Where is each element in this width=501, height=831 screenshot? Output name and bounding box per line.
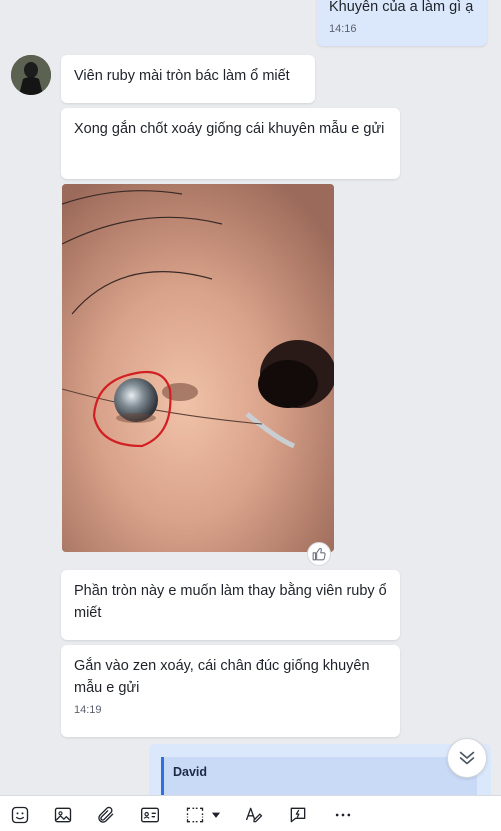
quoted-reply[interactable]: David <box>161 757 477 795</box>
message-time: 14:19 <box>74 704 102 716</box>
message-bubble-incoming[interactable]: Gắn vào zen xoáy, cái chân đúc giống khu… <box>61 645 400 737</box>
avatar[interactable] <box>11 55 51 95</box>
screenshot-button[interactable] <box>184 804 206 826</box>
contact-card-button[interactable] <box>139 804 161 826</box>
message-photo[interactable] <box>62 184 334 552</box>
message-bubble-outgoing[interactable]: Khuyên của a làm gì ạ 14:16 <box>317 0 487 46</box>
quick-reply-button[interactable] <box>287 804 309 826</box>
message-text: Khuyên của a làm gì ạ <box>329 0 474 15</box>
quote-author: David <box>173 765 208 779</box>
screenshot-options-dropdown[interactable] <box>209 804 223 826</box>
sticker-button[interactable] <box>9 804 31 826</box>
piercing-photo <box>62 184 334 552</box>
dropdown-arrow-icon <box>211 812 221 818</box>
text-format-icon <box>245 807 263 823</box>
more-icon <box>335 813 351 817</box>
like-button[interactable] <box>307 542 331 566</box>
contact-card-icon <box>141 807 159 823</box>
composer-toolbar <box>0 795 501 831</box>
chat-area: Khuyên của a làm gì ạ 14:16 Viên ruby mà… <box>0 0 501 795</box>
message-bubble-incoming[interactable]: Xong gắn chốt xoáy giống cái khuyên mẫu … <box>61 108 400 179</box>
message-text: Viên ruby mài tròn bác làm ổ miết <box>74 68 290 84</box>
message-text: Gắn vào zen xoáy, cái chân đúc giống khu… <box>74 658 370 696</box>
image-button[interactable] <box>52 804 74 826</box>
more-options-button[interactable] <box>332 804 354 826</box>
attachment-button[interactable] <box>95 804 117 826</box>
message-bubble-outgoing[interactable]: David <box>149 744 491 795</box>
message-text: Phần tròn này e muốn làm thay bằng viên … <box>74 583 387 621</box>
message-text: Xong gắn chốt xoáy giống cái khuyên mẫu … <box>74 121 385 137</box>
screenshot-icon <box>186 807 204 823</box>
message-bubble-incoming[interactable]: Phần tròn này e muốn làm thay bằng viên … <box>61 570 400 640</box>
image-icon <box>54 807 72 823</box>
thumbs-up-icon <box>312 548 326 561</box>
scroll-to-bottom-button[interactable] <box>447 738 487 778</box>
avatar-image <box>11 55 51 95</box>
attachment-icon <box>98 806 114 823</box>
message-time: 14:16 <box>329 23 357 35</box>
double-chevron-down-icon <box>459 751 475 765</box>
quick-reply-icon <box>290 807 306 823</box>
sticker-icon <box>11 806 29 824</box>
message-bubble-incoming[interactable]: Viên ruby mài tròn bác làm ổ miết <box>61 55 315 103</box>
text-format-button[interactable] <box>243 804 265 826</box>
